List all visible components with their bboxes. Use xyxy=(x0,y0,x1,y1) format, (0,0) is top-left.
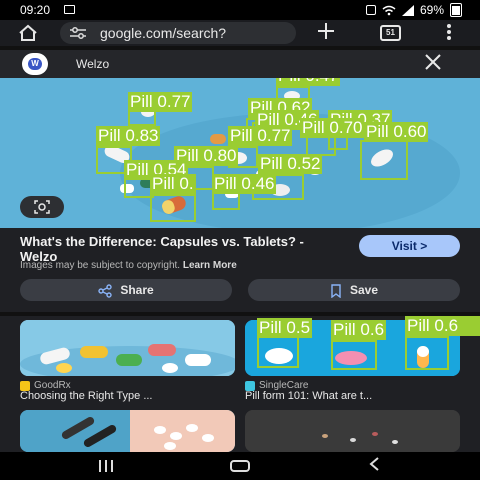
image-details: What's the Difference: Capsules vs. Tabl… xyxy=(0,228,480,312)
share-icon xyxy=(98,284,113,298)
system-nav-bar xyxy=(0,452,480,480)
close-button[interactable] xyxy=(424,53,442,75)
home-icon xyxy=(19,24,37,41)
result-thumbnail[interactable] xyxy=(20,320,235,376)
main-image[interactable]: Pill 0.47 Pill 0.77 Pill 0.62 Pill 0.46 … xyxy=(0,78,480,228)
url-text[interactable]: google.com/search? xyxy=(100,25,226,41)
more-menu-button[interactable] xyxy=(444,23,454,44)
tab-switcher-button[interactable]: 51 xyxy=(380,25,401,41)
result-title[interactable]: Pill form 101: What are t... xyxy=(245,390,460,402)
screen: 09:20 69% google.com/search? 51 W Welzo xyxy=(0,0,480,480)
new-tab-button[interactable] xyxy=(316,21,336,45)
detection-label: Pill 0.6 xyxy=(331,320,387,340)
signal-icon xyxy=(401,4,414,16)
detection-box xyxy=(306,136,336,156)
goodrx-icon xyxy=(20,380,30,391)
save-label: Save xyxy=(349,283,379,297)
detection-label: Pill 0.46 xyxy=(212,174,277,194)
more-vert-icon xyxy=(447,24,451,40)
detection-label: Pill 0.77 xyxy=(128,92,193,112)
detection-box xyxy=(257,336,299,368)
detection-label: Pill 0.5 xyxy=(257,318,313,338)
result-thumbnail[interactable] xyxy=(20,410,235,452)
detection-label: Pill 0.47 xyxy=(276,78,341,86)
detection-label: Pill 0.6 xyxy=(405,316,480,336)
source-header: W Welzo xyxy=(0,50,480,78)
singlecare-icon xyxy=(245,380,255,391)
plus-icon xyxy=(318,23,334,39)
status-right: 69% xyxy=(365,3,462,17)
wifi-icon xyxy=(382,5,396,15)
lens-search-button[interactable] xyxy=(20,196,64,218)
pills-photo xyxy=(20,410,235,452)
detection-label: Pill 0.83 xyxy=(96,126,161,146)
result-thumbnail[interactable] xyxy=(245,410,460,452)
home-button[interactable] xyxy=(18,24,38,42)
site-settings-icon[interactable] xyxy=(70,27,86,39)
source-logo: W xyxy=(22,53,48,75)
battery-percent: 69% xyxy=(419,3,444,17)
detection-box xyxy=(128,110,156,126)
status-time: 09:20 xyxy=(20,3,51,17)
pills-photo xyxy=(245,410,460,452)
copyright-notice: Images may be subject to copyright. Lear… xyxy=(20,260,237,271)
lock-notification-icon xyxy=(365,5,376,15)
learn-more-link[interactable]: Learn More xyxy=(183,260,237,271)
detection-box xyxy=(150,194,196,222)
detection-box xyxy=(405,336,449,370)
detection-label: Pill 0.70 xyxy=(300,118,365,138)
detection-label: Pill 0.77 xyxy=(228,126,293,146)
gallery-notification-icon xyxy=(64,5,75,14)
share-label: Share xyxy=(120,283,154,297)
battery-icon xyxy=(450,3,462,17)
related-results: GoodRx Choosing the Right Type ... Pill … xyxy=(0,316,480,452)
home-nav-button[interactable] xyxy=(230,460,250,472)
visit-button[interactable]: Visit > xyxy=(359,235,460,257)
lens-icon xyxy=(34,200,50,214)
save-button[interactable]: Save xyxy=(248,279,460,301)
status-bar: 09:20 69% xyxy=(0,0,480,20)
browser-toolbar: google.com/search? 51 xyxy=(0,20,480,46)
detection-label: Pill 0.52 xyxy=(258,154,323,174)
copyright-text: Images may be subject to copyright. xyxy=(20,260,181,271)
detection-label: Pill 0. xyxy=(150,174,196,194)
share-button[interactable]: Share xyxy=(20,279,232,301)
detection-box xyxy=(331,340,377,370)
recents-button[interactable] xyxy=(96,460,116,472)
pills-photo xyxy=(20,320,235,376)
close-icon xyxy=(425,54,441,70)
address-bar[interactable]: google.com/search? xyxy=(60,22,296,44)
source-logo-mark: W xyxy=(28,58,42,70)
detection-box xyxy=(360,140,408,180)
back-button[interactable] xyxy=(368,456,380,475)
result-title[interactable]: Choosing the Right Type ... xyxy=(20,390,235,402)
back-icon xyxy=(369,457,379,471)
bookmark-icon xyxy=(331,284,341,298)
source-name[interactable]: Welzo xyxy=(76,57,109,71)
detection-label: Pill 0.60 xyxy=(364,122,429,142)
